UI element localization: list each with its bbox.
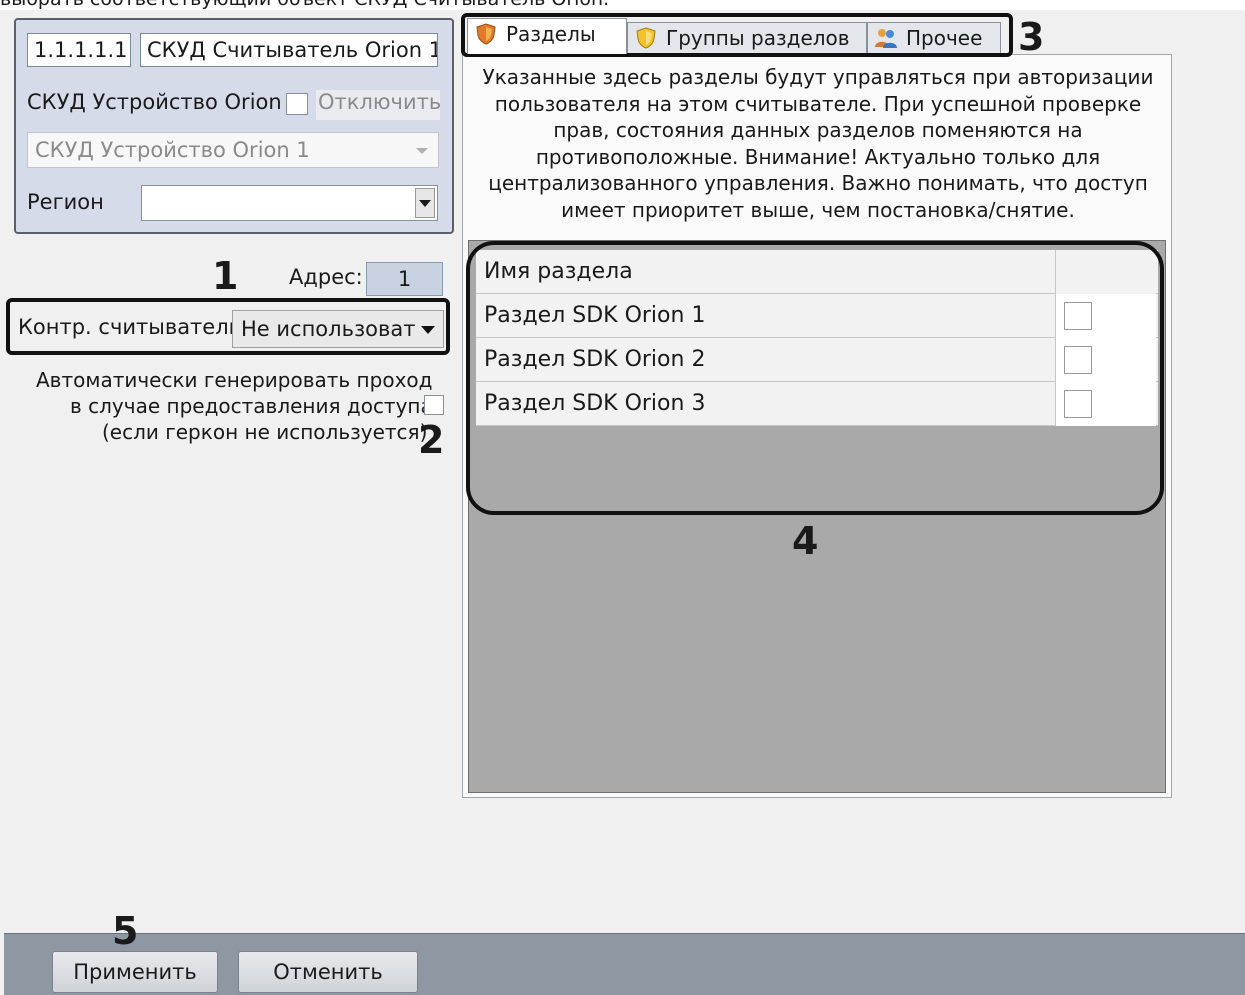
tab-sections-label: Разделы [506,22,596,46]
description-line: централизованного управления. Важно пони… [488,171,1148,195]
disable-checkbox[interactable] [286,93,308,115]
device-select-value: СКУД Устройство Orion 1 [35,138,310,162]
auto-pass-checkbox[interactable] [424,395,444,415]
address-field[interactable]: 1 [366,262,443,296]
region-select[interactable] [141,185,438,221]
reader-address-id-field[interactable]: 1.1.1.1.1 [27,33,131,67]
region-dropdown-button[interactable] [415,188,435,218]
callout-2: 2 [418,418,445,462]
sections-description: Указанные здесь разделы будут управлятьс… [478,64,1158,223]
chevron-down-icon [416,148,428,154]
description-line: противоположные. Внимание! Актуально тол… [535,144,1101,169]
apply-button[interactable]: Применить [52,951,218,993]
auto-pass-line-2: в случае предоставления доступа [70,394,433,418]
chevron-down-icon [419,199,431,207]
device-label: СКУД Устройство Orion [27,90,282,114]
grid-callout-frame [466,241,1164,515]
control-reader-select-value: Не использоват [241,317,416,341]
cancel-button[interactable]: Отменить [238,951,418,993]
auto-pass-line-1: Автоматически генерировать проход [36,368,433,392]
description-line: пользователя на этом считывателе. При ус… [494,91,1142,116]
region-label: Регион [27,190,104,214]
address-label: Адрес: [289,265,363,289]
callout-5: 5 [112,909,139,953]
page-top-text: выбрать соответствующий объект СКУД Счит… [0,0,1245,10]
device-select[interactable]: СКУД Устройство Orion 1 [27,132,439,168]
description-line: имеет приоритет выше, чем постановка/сня… [561,197,1075,222]
tab-sections[interactable]: Разделы [467,18,627,54]
control-reader-label: Контр. считыватель: [18,315,249,339]
callout-1: 1 [212,254,239,298]
callout-3: 3 [1018,15,1045,59]
callout-4: 4 [792,519,819,563]
auto-pass-line-3: (если геркон не используется) [102,420,428,444]
shield-icon [476,23,496,45]
control-reader-select[interactable]: Не использоват [232,310,444,348]
description-line: Указанные здесь разделы будут управлятьс… [482,65,1154,89]
chevron-down-icon [421,326,435,334]
reader-name-field[interactable]: СКУД Считыватель Orion 1 [140,33,438,67]
disable-label: Отключить [316,90,441,120]
description-line: прав, состояния данных разделов поменяют… [553,118,1083,142]
